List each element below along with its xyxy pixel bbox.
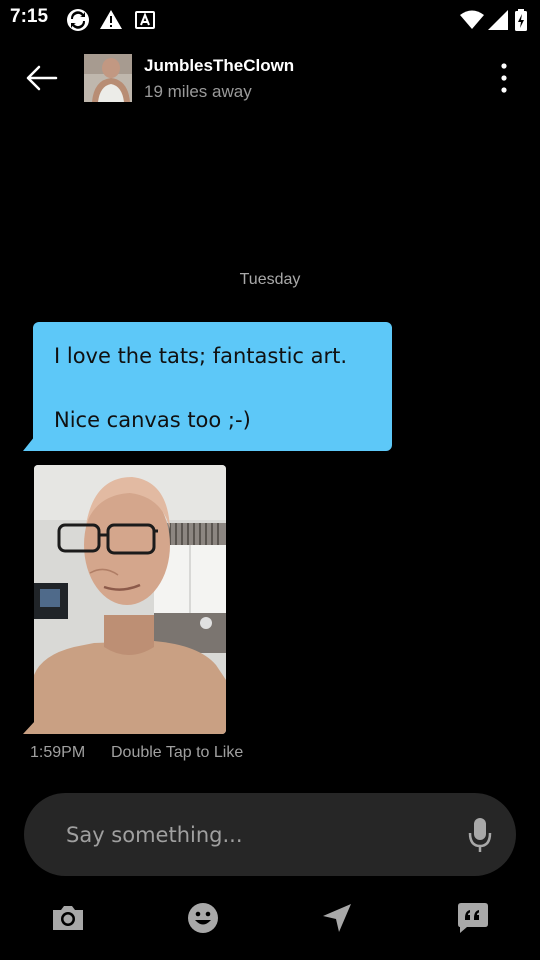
- a-badge-icon: [135, 11, 155, 29]
- message-timestamp: 1:59PM: [30, 744, 86, 761]
- day-separator: Tuesday: [239, 271, 301, 288]
- message-bubble-tail: [23, 436, 35, 451]
- status-time: 7:15: [10, 6, 49, 27]
- wifi-icon: [460, 10, 484, 29]
- message-line-1: I love the tats; fantastic art.: [54, 344, 348, 368]
- contact-name[interactable]: JumblesTheClown: [144, 56, 294, 76]
- quick-replies-icon[interactable]: [455, 900, 491, 936]
- location-arrow-icon[interactable]: [319, 900, 355, 936]
- microphone-icon[interactable]: [466, 816, 494, 854]
- photo-message[interactable]: [34, 465, 226, 734]
- message-input[interactable]: [66, 818, 446, 852]
- avatar[interactable]: [84, 54, 132, 102]
- message-line-2: Nice canvas too ;-): [54, 408, 251, 432]
- photo-bubble-tail: [23, 721, 35, 734]
- sync-icon: [67, 9, 89, 31]
- camera-icon[interactable]: [50, 900, 86, 936]
- warning-icon: [100, 10, 122, 29]
- back-button[interactable]: [22, 58, 62, 98]
- double-tap-hint: Double Tap to Like: [111, 744, 244, 761]
- more-options-button[interactable]: [490, 60, 518, 96]
- contact-distance: 19 miles away: [144, 82, 252, 101]
- emoji-icon[interactable]: [185, 900, 221, 936]
- signal-icon: [488, 10, 508, 30]
- battery-icon: [515, 9, 527, 31]
